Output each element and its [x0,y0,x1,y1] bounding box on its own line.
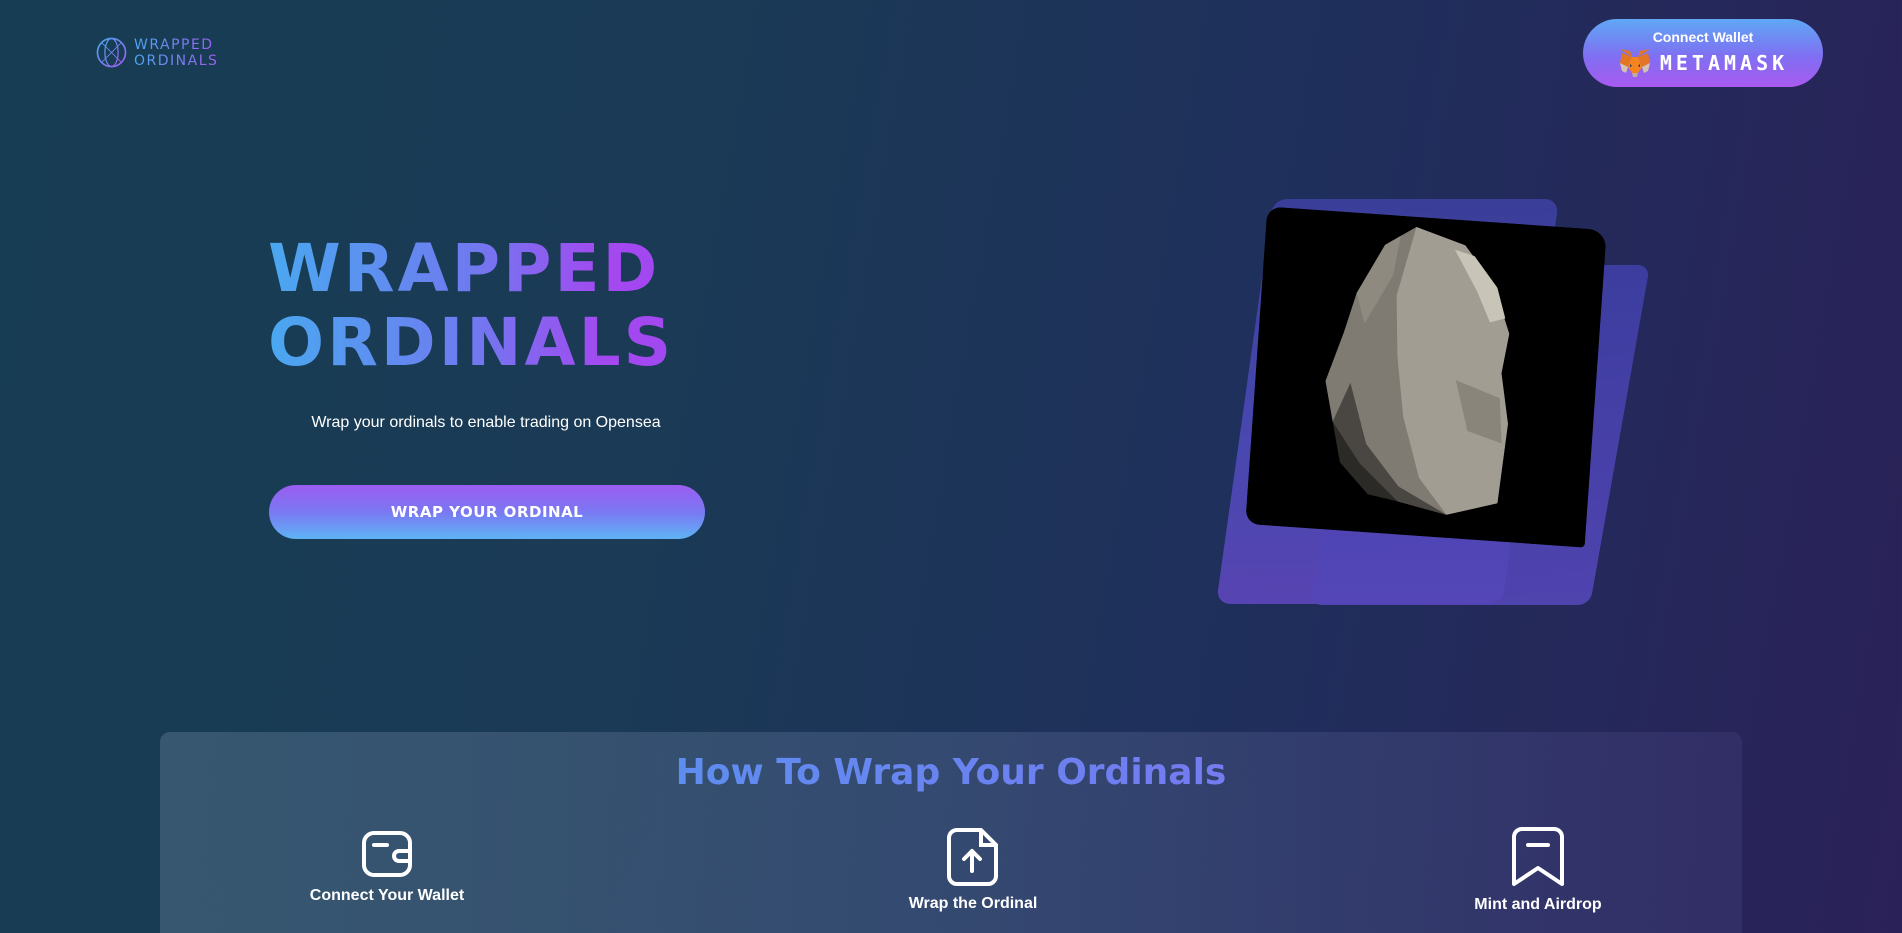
wallet-name: METAMASK [1659,51,1789,75]
logo-line2: ORDINALS [134,52,219,69]
step-wrap-ordinal: Wrap the Ordinal [823,827,1123,913]
hero-title-line1: WRAPPED [268,230,661,307]
file-upload-icon [947,828,998,886]
wrap-ordinal-button[interactable]: WRAP YOUR ORDINAL [269,485,705,539]
logo-wordmark: WRAPPED ORDINALS [134,37,218,69]
connect-wallet-button[interactable]: Connect Wallet METAMASK [1583,19,1823,87]
ordinal-artwork-image [1245,206,1607,548]
connect-wallet-label: Connect Wallet [1652,29,1754,45]
step-label: Mint and Airdrop [1474,896,1602,913]
logo-line1: WRAPPED [134,36,214,53]
metamask-fox-icon [1619,49,1650,77]
wallet-icon [362,831,412,877]
stone-illustration [1245,206,1607,548]
bookmark-icon [1512,827,1564,886]
step-connect-wallet: Connect Your Wallet [237,827,537,905]
site-logo[interactable]: WRAPPED ORDINALS [95,36,218,69]
globe-icon [96,37,127,68]
hero-title-line2: ORDINALS [268,304,675,381]
hero-title: WRAPPED ORDINALS [268,232,718,380]
how-to-section: How To Wrap Your Ordinals Connect Your W… [160,732,1742,933]
metamask-brand: METAMASK [1583,47,1823,79]
step-label: Connect Your Wallet [309,887,465,904]
how-to-title: How To Wrap Your Ordinals [160,752,1742,793]
step-label: Wrap the Ordinal [908,895,1038,912]
step-mint-airdrop: Mint and Airdrop [1388,826,1688,914]
hero-subtitle: Wrap your ordinals to enable trading on … [311,414,661,431]
